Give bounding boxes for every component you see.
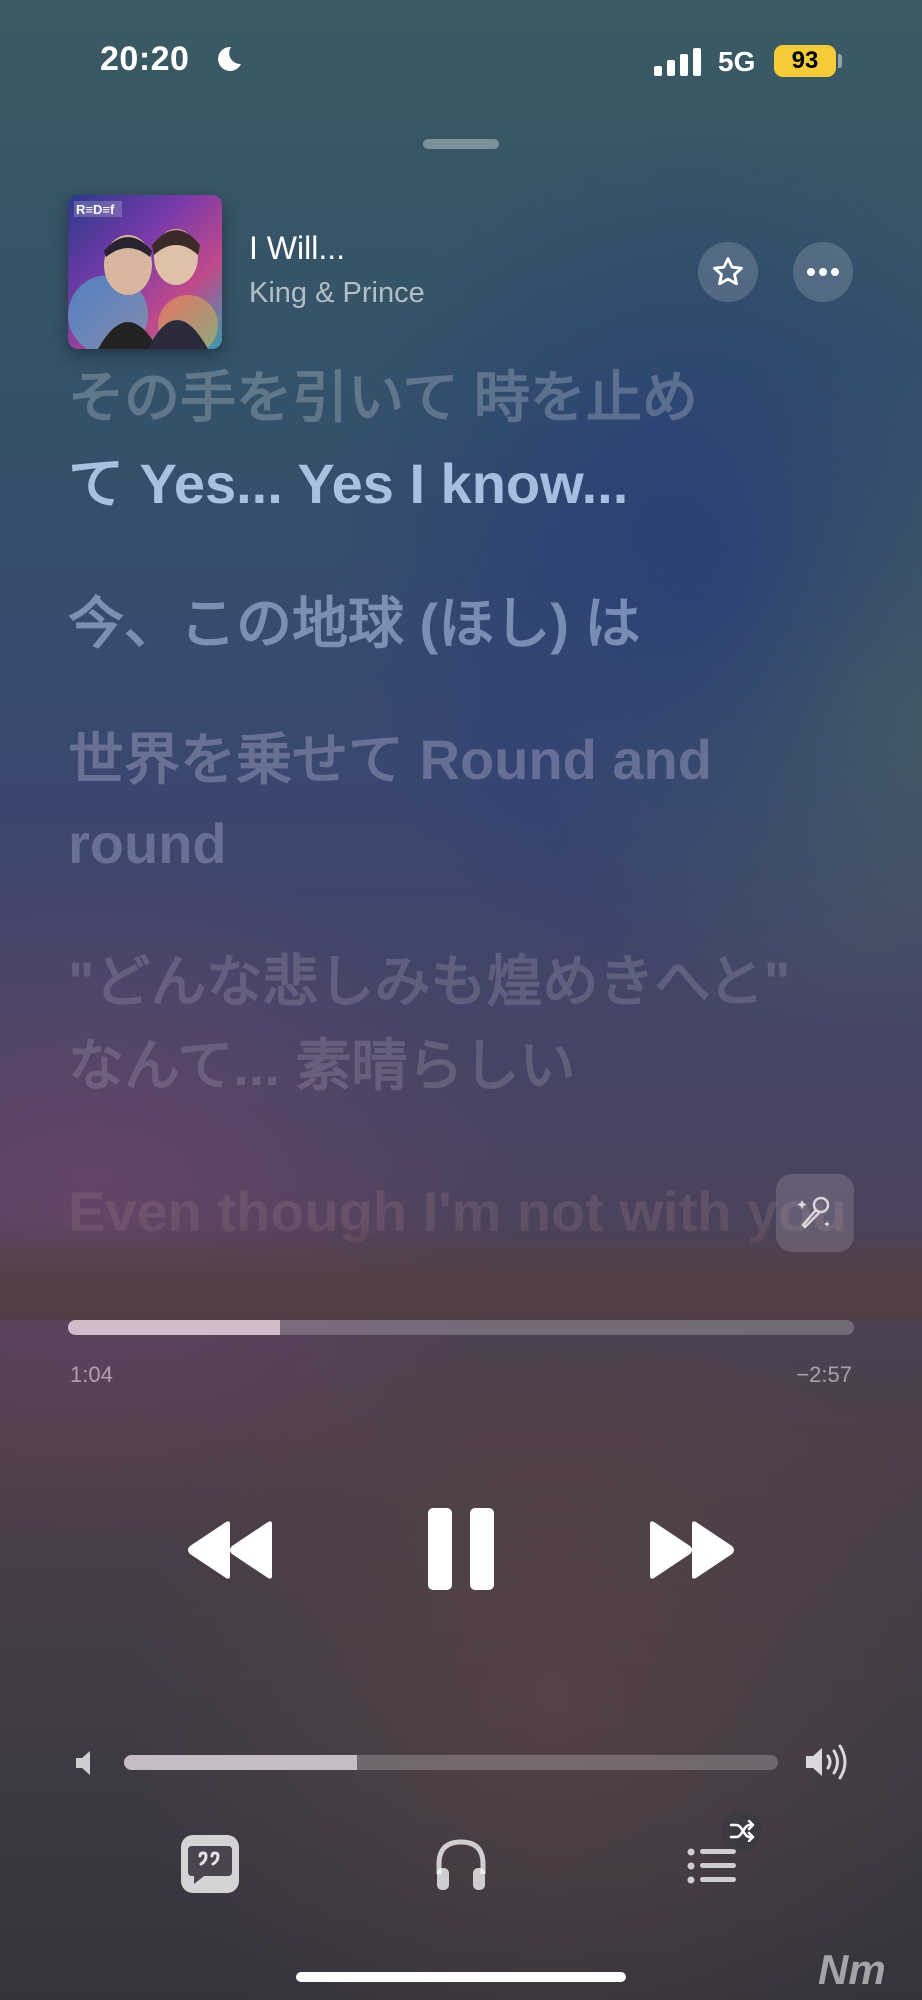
favorite-button[interactable] [698, 242, 758, 302]
network-type: 5G [718, 46, 756, 77]
quote-bubble-icon [181, 1835, 239, 1893]
lyrics-button[interactable] [180, 1834, 240, 1894]
pause-icon [428, 1508, 494, 1590]
watermark-logo: Nm [818, 1946, 886, 1993]
home-indicator[interactable] [296, 1972, 626, 1982]
song-title[interactable]: I Will... [249, 230, 345, 267]
volume-slider[interactable] [124, 1755, 778, 1770]
lyric-line[interactable]: 今、この地球 (ほし) は [68, 582, 848, 666]
lyric-line[interactable]: その手を引いて 時を止め [68, 356, 848, 440]
battery-cap [838, 54, 842, 68]
playback-scrubber[interactable] [68, 1320, 854, 1335]
album-artwork[interactable]: R≡D≡f [68, 195, 222, 349]
more-options-button[interactable] [793, 242, 853, 302]
lyric-line[interactable]: "どんな悲しみも煌めきへと" なんて... 素晴らしい [68, 940, 848, 1108]
volume-level-fill [124, 1755, 357, 1770]
headphones-icon [436, 1839, 486, 1890]
moon-icon [218, 46, 241, 71]
star-icon [713, 257, 743, 286]
next-track-button[interactable] [646, 1518, 736, 1582]
status-time: 20:20 [100, 40, 190, 78]
volume-high-icon [806, 1744, 847, 1780]
microphone-sparkle-icon [797, 1196, 830, 1229]
ellipsis-icon [807, 268, 839, 276]
battery-indicator: 93 [774, 45, 836, 77]
sing-button[interactable] [776, 1174, 854, 1252]
list-icon [687, 1848, 736, 1884]
previous-track-button[interactable] [186, 1518, 276, 1582]
song-artist[interactable]: King & Prince [249, 277, 425, 310]
cellular-signal-icon [654, 48, 702, 76]
playback-progress-fill [68, 1320, 281, 1335]
fast-forward-icon [650, 1521, 734, 1579]
lyric-line[interactable]: 世界を乗せて Round and round [68, 718, 848, 886]
volume-low-icon [76, 1751, 90, 1775]
rewind-icon [188, 1521, 272, 1579]
artwork-logo-text: R≡D≡f [76, 202, 115, 217]
audio-output-button[interactable] [433, 1836, 489, 1894]
shuffle-icon [729, 1820, 755, 1842]
elapsed-time: 1:04 [70, 1362, 113, 1387]
pause-button[interactable] [420, 1506, 502, 1592]
sheet-grabber[interactable] [423, 139, 499, 149]
remaining-time: −2:57 [796, 1362, 852, 1387]
shuffle-status-badge[interactable] [722, 1811, 762, 1851]
lyric-line-current[interactable]: て Yes... Yes I know... [68, 442, 848, 526]
